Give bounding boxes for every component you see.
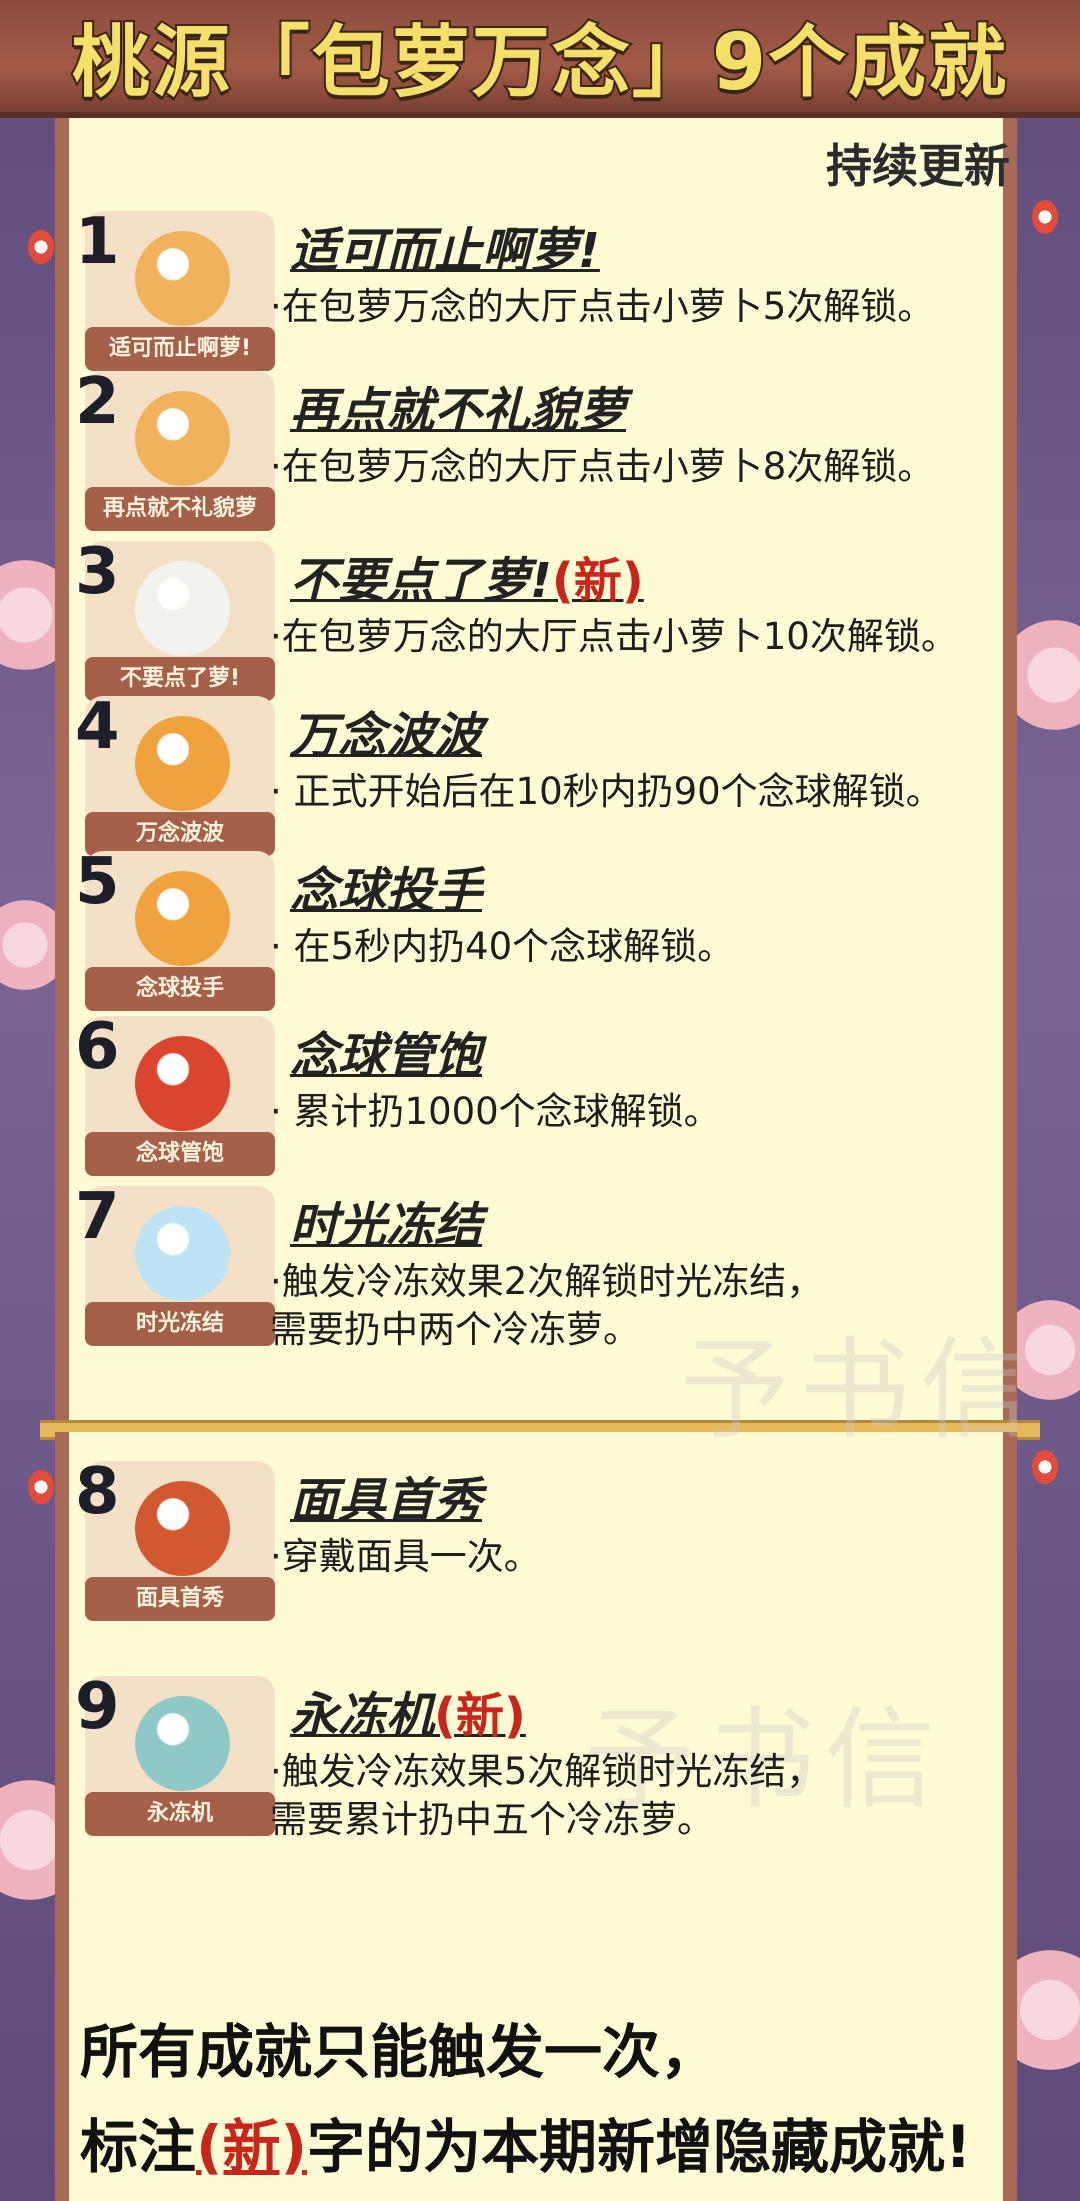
new-tag: (新) bbox=[196, 2113, 308, 2181]
achievement-number: 5 bbox=[75, 845, 120, 919]
achievement-description: ·触发冷冻效果5次解锁时光冻结， 需要累计扔中五个冷冻萝。 bbox=[270, 1750, 824, 1841]
mask-icon bbox=[135, 1481, 230, 1576]
achievement-name: 再点就不礼貌萝 bbox=[290, 383, 627, 439]
achievement-name: 万念波波 bbox=[290, 708, 483, 764]
new-tag: (新) bbox=[551, 553, 644, 609]
achievement-description: ·在包萝万念的大厅点击小萝卜8次解锁。 bbox=[270, 445, 935, 488]
footer-line-2: 标注(新)字的为本期新增隐藏成就! bbox=[80, 2113, 972, 2181]
achievement-number: 1 bbox=[75, 205, 120, 279]
lantern-icon bbox=[1032, 200, 1058, 234]
lantern-icon bbox=[28, 230, 54, 264]
frozen-icon bbox=[135, 1696, 230, 1791]
ball-icon bbox=[135, 716, 230, 811]
achievement-name: 时光冻结 bbox=[290, 1198, 483, 1254]
achievement-number: 8 bbox=[75, 1455, 120, 1529]
achievement-description: · 累计扔1000个念球解锁。 bbox=[270, 1090, 721, 1133]
bunny-icon bbox=[135, 391, 230, 486]
footer-line-1: 所有成就只能触发一次， bbox=[80, 2018, 719, 2086]
lantern-icon bbox=[28, 1470, 54, 1504]
achievement-description: ·在包萝万念的大厅点击小萝卜5次解锁。 bbox=[270, 285, 935, 328]
update-note: 持续更新 bbox=[826, 139, 1010, 193]
achievement-number: 2 bbox=[75, 365, 120, 439]
ball-icon bbox=[135, 871, 230, 966]
new-tag: (新) bbox=[434, 1688, 526, 1744]
badge-label: 念球投手 bbox=[85, 967, 275, 1011]
official-icon bbox=[135, 561, 230, 656]
achievement-description: · 正式开始后在10秒内扔90个念球解锁。 bbox=[270, 770, 943, 813]
achievement-name: 永冻机(新) bbox=[290, 1688, 526, 1744]
achievement-number: 6 bbox=[75, 1010, 120, 1084]
achievement-description: ·在包萝万念的大厅点击小萝卜10次解锁。 bbox=[270, 615, 958, 658]
achievement-name: 念球投手 bbox=[290, 863, 483, 919]
achievement-description: ·穿戴面具一次。 bbox=[270, 1535, 541, 1578]
pot-icon bbox=[135, 1036, 230, 1131]
achievement-description: · 在5秒内扔40个念球解锁。 bbox=[270, 925, 735, 968]
bunny-icon bbox=[135, 231, 230, 326]
ice-icon bbox=[135, 1206, 230, 1301]
achievement-number: 7 bbox=[75, 1180, 120, 1254]
page-title: 桃源「包萝万念」9个成就 bbox=[70, 16, 1009, 110]
right-border-decoration bbox=[1010, 0, 1080, 2201]
badge-label: 念球管饱 bbox=[85, 1132, 275, 1176]
achievement-description: ·触发冷冻效果2次解锁时光冻结， 需要扔中两个冷冻萝。 bbox=[270, 1260, 824, 1351]
badge-label: 时光冻结 bbox=[85, 1302, 275, 1346]
achievement-number: 9 bbox=[75, 1670, 120, 1744]
achievement-name: 不要点了萝!(新) bbox=[290, 553, 644, 609]
achievement-number: 3 bbox=[75, 535, 120, 609]
badge-label: 面具首秀 bbox=[85, 1577, 275, 1621]
header-banner: 桃源「包萝万念」9个成就 bbox=[0, 0, 1080, 118]
badge-label: 再点就不礼貌萝 bbox=[85, 487, 275, 531]
badge-label: 永冻机 bbox=[85, 1792, 275, 1836]
achievement-name: 适可而止啊萝! bbox=[290, 223, 600, 279]
achievement-name: 念球管饱 bbox=[290, 1028, 483, 1084]
achievement-number: 4 bbox=[75, 690, 120, 764]
achievement-name: 面具首秀 bbox=[290, 1473, 483, 1529]
